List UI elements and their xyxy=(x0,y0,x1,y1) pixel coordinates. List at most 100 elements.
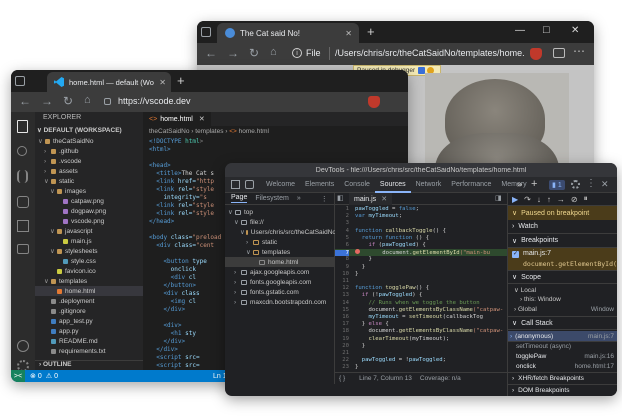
tab-actions-icon[interactable] xyxy=(15,76,25,86)
minimize-button[interactable]: — xyxy=(515,25,525,36)
pretty-print-button[interactable]: { } xyxy=(339,375,345,382)
explorer-item[interactable]: .deployment xyxy=(35,296,143,306)
explorer-item[interactable]: › .github xyxy=(35,146,143,156)
run-debug-icon[interactable] xyxy=(17,196,29,208)
breakpoints-section[interactable]: ∨ Breakpoints xyxy=(508,234,617,248)
more-options-icon[interactable]: ⋯ xyxy=(573,44,585,58)
page-tree-item[interactable]: › fonts.gstatic.com xyxy=(225,287,335,297)
account-icon[interactable] xyxy=(17,340,29,352)
new-tab-button[interactable]: + xyxy=(367,24,375,39)
close-icon[interactable]: ✕ xyxy=(345,29,352,38)
tab-page[interactable]: Page xyxy=(231,194,248,203)
toggle-debugger-icon[interactable]: ◨ xyxy=(495,194,502,202)
page-tree-item[interactable]: ∨ top xyxy=(225,207,335,217)
more-options-icon[interactable]: ⋮ xyxy=(586,178,596,189)
more-options-icon[interactable]: ⋮ xyxy=(321,195,328,203)
line-number[interactable]: 19 xyxy=(335,336,349,343)
checkbox-checked-icon[interactable]: ✓ xyxy=(512,251,519,258)
line-number[interactable]: 20 xyxy=(335,343,349,350)
explorer-item[interactable]: ∨ stylesheets xyxy=(35,246,143,256)
xhr-breakpoints-section[interactable]: › XHR/fetch Breakpoints xyxy=(508,372,617,384)
warning-icon[interactable]: ⚠ xyxy=(46,372,52,380)
explorer-item[interactable]: README.md xyxy=(35,336,143,346)
line-number[interactable]: 8 xyxy=(335,256,349,263)
workspace-header[interactable]: ∨ DEFAULT (WORKSPACE) xyxy=(37,126,122,134)
inspect-element-icon[interactable] xyxy=(231,180,240,189)
source-tab-main-js[interactable]: main.js ✕ xyxy=(349,193,393,205)
page-tree-item[interactable]: ∨ templates xyxy=(225,247,335,257)
browser-tab[interactable]: The Cat said No! ✕ xyxy=(217,23,359,43)
new-tab-button[interactable]: + xyxy=(177,73,185,88)
explorer-item[interactable]: main.js xyxy=(35,236,143,246)
explorer-item[interactable]: ∨ images xyxy=(35,186,143,196)
explorer-item[interactable]: › assets xyxy=(35,166,143,176)
tab-actions-icon[interactable] xyxy=(201,27,211,37)
explorer-item[interactable]: app.py xyxy=(35,326,143,336)
add-tab-button[interactable]: + xyxy=(531,178,537,190)
explorer-item[interactable]: vscode.png xyxy=(35,216,143,226)
line-number[interactable]: 12 xyxy=(335,285,349,292)
more-tabs-icon[interactable]: » xyxy=(297,195,301,202)
outline-section[interactable]: › OUTLINE xyxy=(35,360,143,370)
step-icon[interactable]: → xyxy=(557,195,565,204)
devtools-tab-network[interactable]: Network xyxy=(411,177,447,193)
line-number[interactable]: 17 xyxy=(335,321,349,328)
line-number[interactable]: 14 xyxy=(335,300,349,307)
explorer-item[interactable]: ∨ theCatSaidNo xyxy=(35,136,143,146)
explorer-item[interactable]: catpaw.png xyxy=(35,196,143,206)
device-toolbar-icon[interactable] xyxy=(245,180,254,189)
resume-icon[interactable]: ▶ xyxy=(512,195,518,204)
line-number[interactable]: 4 xyxy=(335,228,349,235)
maximize-button[interactable]: □ xyxy=(543,24,550,36)
devtools-tab-memory[interactable]: Memory xyxy=(496,177,531,193)
page-tree-item[interactable]: › ajax.googleapis.com xyxy=(225,267,335,277)
line-number[interactable]: 11 xyxy=(335,278,349,285)
explorer-item[interactable]: requirements.txt xyxy=(35,346,143,356)
forward-arrow-icon[interactable]: → xyxy=(41,94,53,108)
remote-explorer-icon[interactable] xyxy=(17,244,29,254)
remote-indicator-icon[interactable]: >< xyxy=(11,370,25,382)
back-arrow-icon[interactable]: ← xyxy=(19,94,31,108)
breakpoint-item[interactable]: ✓ main.js:7 document.getElementById("ma xyxy=(508,248,617,270)
line-number[interactable]: 21 xyxy=(335,350,349,357)
page-tree-item[interactable]: › fonts.googleapis.com xyxy=(225,277,335,287)
line-number[interactable]: 6 xyxy=(335,242,349,249)
browser-tab[interactable]: home.html — default (Worksp... ✕ xyxy=(47,72,171,92)
back-arrow-icon[interactable]: ← xyxy=(205,46,217,60)
scope-section[interactable]: ∨ Scope xyxy=(508,270,617,284)
explorer-item[interactable]: dogpaw.png xyxy=(35,206,143,216)
lock-icon[interactable] xyxy=(104,98,111,105)
explorer-item[interactable]: app_test.py xyxy=(35,316,143,326)
explorer-item[interactable]: › .vscode xyxy=(35,156,143,166)
close-devtools-icon[interactable]: ✕ xyxy=(601,179,609,190)
line-number[interactable]: 13 xyxy=(335,292,349,299)
pause-on-exceptions-icon[interactable]: ⏸ xyxy=(584,194,588,204)
info-icon[interactable]: i xyxy=(292,48,302,58)
lion-icon[interactable] xyxy=(368,96,380,108)
close-icon[interactable]: ✕ xyxy=(381,195,387,203)
line-number[interactable]: 22 xyxy=(335,357,349,364)
url-field[interactable]: https://vscode.dev xyxy=(118,96,191,106)
close-icon[interactable]: ✕ xyxy=(159,78,166,87)
page-tree-item[interactable]: › static xyxy=(225,237,335,247)
breadcrumb-item[interactable]: home.html xyxy=(239,128,269,135)
tab-filesystem[interactable]: Filesystem xyxy=(255,195,288,202)
home-icon[interactable]: ⌂ xyxy=(84,94,91,106)
line-number[interactable]: 3 xyxy=(335,220,349,227)
editor-tab-home-html[interactable]: <> home.html ✕ xyxy=(143,112,211,126)
forward-arrow-icon[interactable]: → xyxy=(227,46,239,60)
explorer-item[interactable]: ∨ templates xyxy=(35,276,143,286)
toggle-navigator-icon[interactable]: ◧ xyxy=(337,194,344,202)
issues-badge[interactable]: ▮ 1 xyxy=(549,180,565,190)
warning-count[interactable]: 0 xyxy=(54,373,58,380)
line-number[interactable]: 23 xyxy=(335,364,349,371)
page-tree-item[interactable]: ∨ file:// xyxy=(225,217,335,227)
deactivate-breakpoints-icon[interactable]: ⊘ xyxy=(571,195,578,204)
devtools-tab-welcome[interactable]: Welcome xyxy=(261,177,300,193)
breadcrumb-item[interactable]: templates xyxy=(195,128,223,135)
explorer-item[interactable]: favicon.ico xyxy=(35,266,143,276)
page-tree-item[interactable]: ∨ Users/chris/src/theCatSaidNo xyxy=(225,227,336,237)
source-control-icon[interactable] xyxy=(17,170,28,183)
explorer-item[interactable]: style.css xyxy=(35,256,143,266)
error-count[interactable]: 0 xyxy=(38,373,42,380)
